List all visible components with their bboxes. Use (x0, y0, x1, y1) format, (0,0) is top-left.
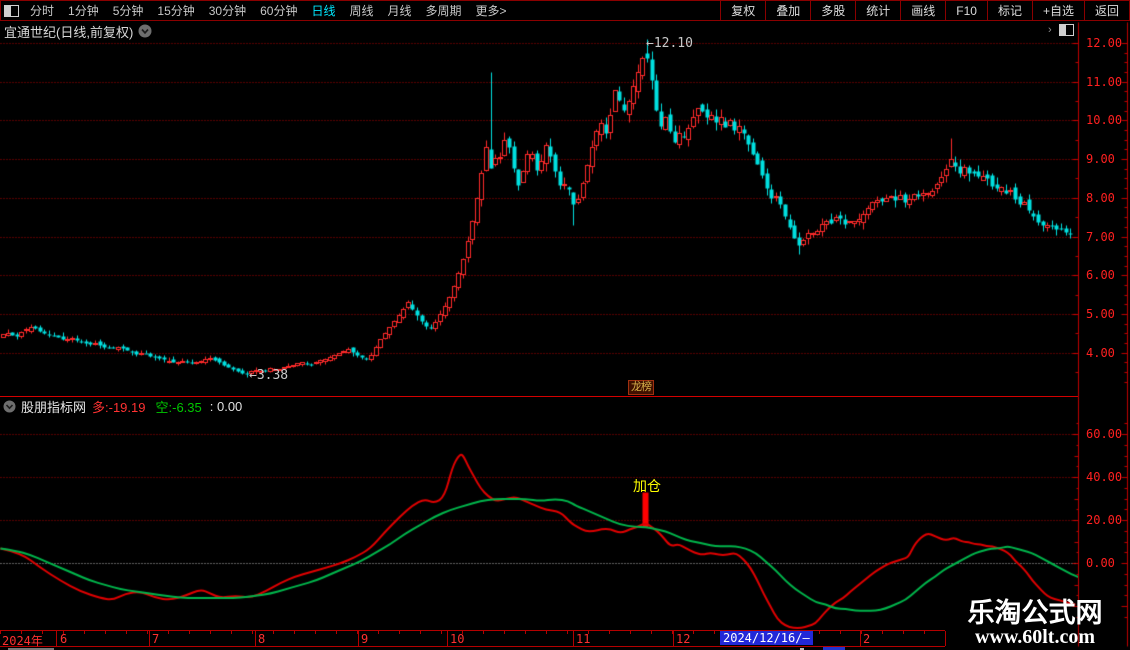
month-label: 2 (863, 632, 871, 646)
tool-button-统计[interactable]: 统计 (855, 1, 900, 20)
layout-icon[interactable] (4, 4, 19, 17)
price-label: 8.00 (1086, 190, 1115, 205)
indicator-short-value: 空:-6.35 (155, 399, 202, 415)
indicator-header: 股朋指标网 多:-19.19 空:-6.35 : 0.00 (3, 397, 243, 416)
indicator-extra-value: : 0.00 (209, 398, 243, 414)
menu-item-分时[interactable]: 分时 (23, 4, 61, 18)
price-label: 5.00 (1086, 306, 1115, 321)
month-separator (447, 631, 448, 646)
month-separator (149, 631, 150, 646)
tool-button-标记[interactable]: 标记 (986, 1, 1032, 20)
menu-item-多周期[interactable]: 多周期 (419, 4, 469, 18)
chevron-down-icon[interactable] (3, 400, 16, 413)
indicator-value-label: 40.00 (1086, 470, 1123, 484)
low-annotation: ←3.38 (249, 368, 289, 383)
tool-button-画线[interactable]: 画线 (900, 1, 945, 20)
month-separator (945, 631, 946, 646)
price-label: 6.00 (1086, 268, 1115, 283)
month-separator (673, 631, 674, 646)
price-label: 4.00 (1086, 345, 1115, 360)
main-chart-canvas[interactable] (0, 31, 1078, 397)
menu-item-月线[interactable]: 月线 (381, 4, 419, 18)
menu-item-30分钟[interactable]: 30分钟 (202, 4, 253, 18)
menu-item-1分钟[interactable]: 1分钟 (61, 4, 106, 18)
selected-date-highlight: 2024/12/16/— (720, 631, 813, 645)
indicator-value-label: 60.00 (1086, 427, 1123, 441)
period-menu: 分时 1分钟 5分钟 15分钟 30分钟 60分钟 日线 周线 月线 多周期 更多> (23, 2, 514, 20)
signal-label: 加仓 (633, 478, 661, 494)
price-label: 9.00 (1086, 152, 1115, 167)
month-separator (358, 631, 359, 646)
month-separator (255, 631, 256, 646)
month-label: 12 (676, 632, 691, 646)
indicator-value-label: 0.00 (1086, 556, 1115, 570)
tool-button-返回[interactable]: 返回 (1083, 1, 1129, 20)
month-label: 9 (361, 632, 369, 646)
high-annotation: ←12.10 (646, 36, 693, 51)
ranking-badge[interactable]: 龙榜 (628, 380, 654, 395)
price-label: 7.00 (1086, 229, 1115, 244)
month-separator (860, 631, 861, 646)
menu-item-周线[interactable]: 周线 (342, 4, 380, 18)
time-axis-bottom-line (0, 646, 945, 647)
tool-button-复权[interactable]: 复权 (720, 1, 765, 20)
year-label: 2024年 (2, 634, 43, 648)
watermark: 乐淘公式网 www.60lt.com (950, 599, 1120, 647)
tool-button-F10[interactable]: F10 (945, 1, 987, 20)
watermark-site-name: 乐淘公式网 (967, 598, 1103, 628)
tool-button-多股[interactable]: 多股 (810, 1, 855, 20)
menu-item-60分钟[interactable]: 60分钟 (253, 4, 304, 18)
month-label: 6 (60, 632, 68, 646)
price-label: 12.00 (1086, 36, 1123, 50)
indicator-long-value: 多:-19.19 (92, 399, 146, 415)
price-label: 10.00 (1086, 113, 1123, 128)
tool-menu: 复权 叠加 多股 统计 画线 F10 标记 +自选 返回 (720, 1, 1129, 20)
indicator-name[interactable]: 股朋指标网 (21, 397, 86, 416)
month-label: 11 (576, 632, 591, 646)
month-label: 10 (450, 632, 465, 646)
month-separator (573, 631, 574, 646)
trading-app-window: 分时 1分钟 5分钟 15分钟 30分钟 60分钟 日线 周线 月线 多周期 更多> 复权 叠加 多股统… (0, 0, 1130, 650)
month-label: 7 (152, 632, 160, 646)
menu-item-15分钟[interactable]: 15分钟 (150, 4, 201, 18)
indicator-canvas[interactable] (0, 415, 1078, 630)
tool-button-+自选[interactable]: +自选 (1031, 1, 1084, 20)
month-label: 8 (258, 632, 266, 646)
watermark-url: www.60lt.com (975, 626, 1095, 648)
menu-item-日线[interactable]: 日线 (304, 4, 342, 18)
tool-button-叠加[interactable]: 叠加 (765, 1, 810, 20)
price-label: 11.00 (1086, 74, 1123, 89)
top-menu-bar: 分时 1分钟 5分钟 15分钟 30分钟 60分钟 日线 周线 月线 多周期 更多> 复权 叠加 多股统… (0, 0, 1130, 21)
menu-item-更多>[interactable]: 更多> (469, 4, 514, 18)
month-separator (56, 631, 57, 646)
indicator-value-label: 20.00 (1086, 513, 1123, 527)
menu-item-5分钟[interactable]: 5分钟 (106, 4, 151, 18)
